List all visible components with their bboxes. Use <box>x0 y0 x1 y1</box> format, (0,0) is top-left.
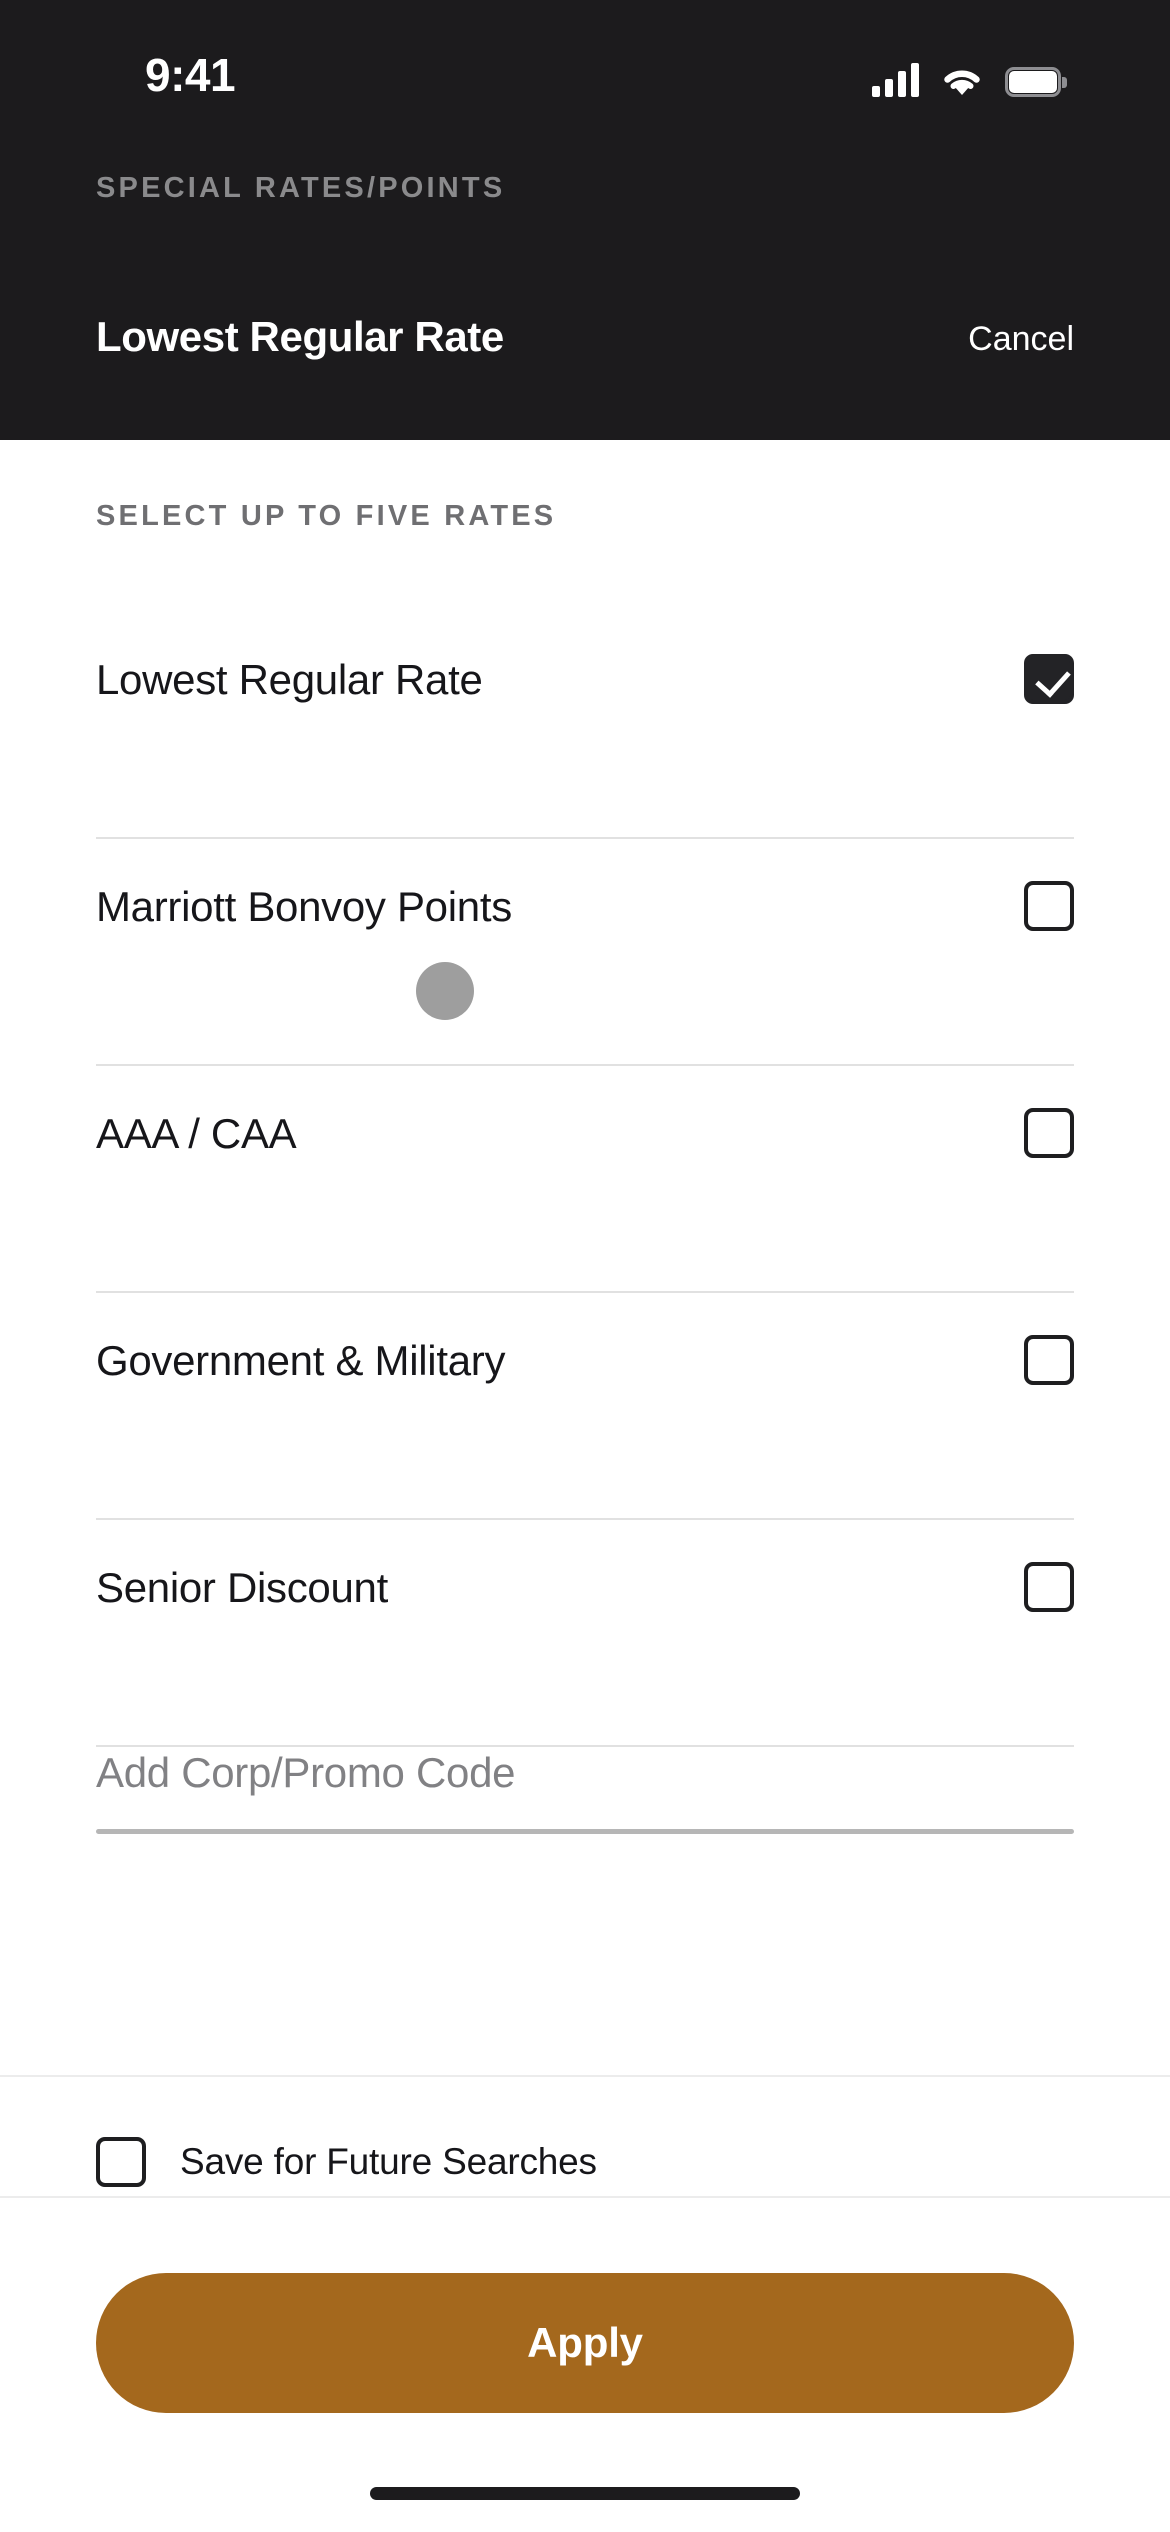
list-item-label: AAA / CAA <box>96 1110 297 1157</box>
status-bar-icons <box>872 55 1067 97</box>
apply-button[interactable]: Apply <box>96 2273 1074 2413</box>
touch-cursor-indicator <box>416 962 474 1020</box>
table-row[interactable]: Lowest Regular Rate <box>0 612 1170 839</box>
footer-top-divider <box>0 2075 1170 2077</box>
promo-code-field <box>0 1725 1170 1865</box>
promo-input-underline <box>96 1829 1074 1834</box>
save-for-future-searches-row[interactable]: Save for Future Searches <box>0 2105 1170 2226</box>
checkbox-lowest-regular-rate[interactable] <box>1024 654 1074 704</box>
screen-body: SELECT UP TO FIVE RATES Lowest Regular R… <box>0 440 1170 2532</box>
table-row[interactable]: Government & Military <box>0 1293 1170 1520</box>
checkbox-marriott-bonvoy-points[interactable] <box>1024 881 1074 931</box>
status-bar: 9:41 <box>0 0 1170 155</box>
table-row[interactable]: Marriott Bonvoy Points <box>0 839 1170 1066</box>
cellular-signal-icon <box>872 63 919 97</box>
table-row[interactable]: Senior Discount <box>0 1520 1170 1747</box>
rate-options-list: Lowest Regular Rate Marriott Bonvoy Poin… <box>0 612 1170 1747</box>
checkbox-government-military[interactable] <box>1024 1335 1074 1385</box>
cancel-button[interactable]: Cancel <box>968 320 1074 359</box>
list-item-label: Marriott Bonvoy Points <box>96 883 512 930</box>
checkbox-senior-discount[interactable] <box>1024 1562 1074 1612</box>
section-header: SELECT UP TO FIVE RATES <box>96 500 557 532</box>
list-item-label: Senior Discount <box>96 1564 388 1611</box>
table-row[interactable]: AAA / CAA <box>0 1066 1170 1293</box>
page-title: Lowest Regular Rate <box>96 313 504 360</box>
header-eyebrow: SPECIAL RATES/POINTS <box>96 172 506 204</box>
app-screen: 9:41 SPECIAL RATES/POINTS Lowest Regular… <box>0 0 1170 2532</box>
screen-header: 9:41 SPECIAL RATES/POINTS Lowest Regular… <box>0 0 1170 440</box>
checkbox-aaa-caa[interactable] <box>1024 1108 1074 1158</box>
footer-bottom-divider <box>0 2196 1170 2198</box>
status-bar-time: 9:41 <box>145 49 236 101</box>
battery-full-icon <box>1005 67 1067 97</box>
promo-code-input[interactable] <box>96 1725 1074 1821</box>
list-item-label: Government & Military <box>96 1337 506 1384</box>
save-for-future-searches-label: Save for Future Searches <box>180 2141 597 2182</box>
checkbox-save-for-future-searches[interactable] <box>96 2137 146 2187</box>
header-title-row: Lowest Regular Rate Cancel <box>0 312 1170 390</box>
list-item-label: Lowest Regular Rate <box>96 656 483 703</box>
wifi-icon <box>941 65 983 97</box>
home-indicator[interactable] <box>370 2487 800 2500</box>
